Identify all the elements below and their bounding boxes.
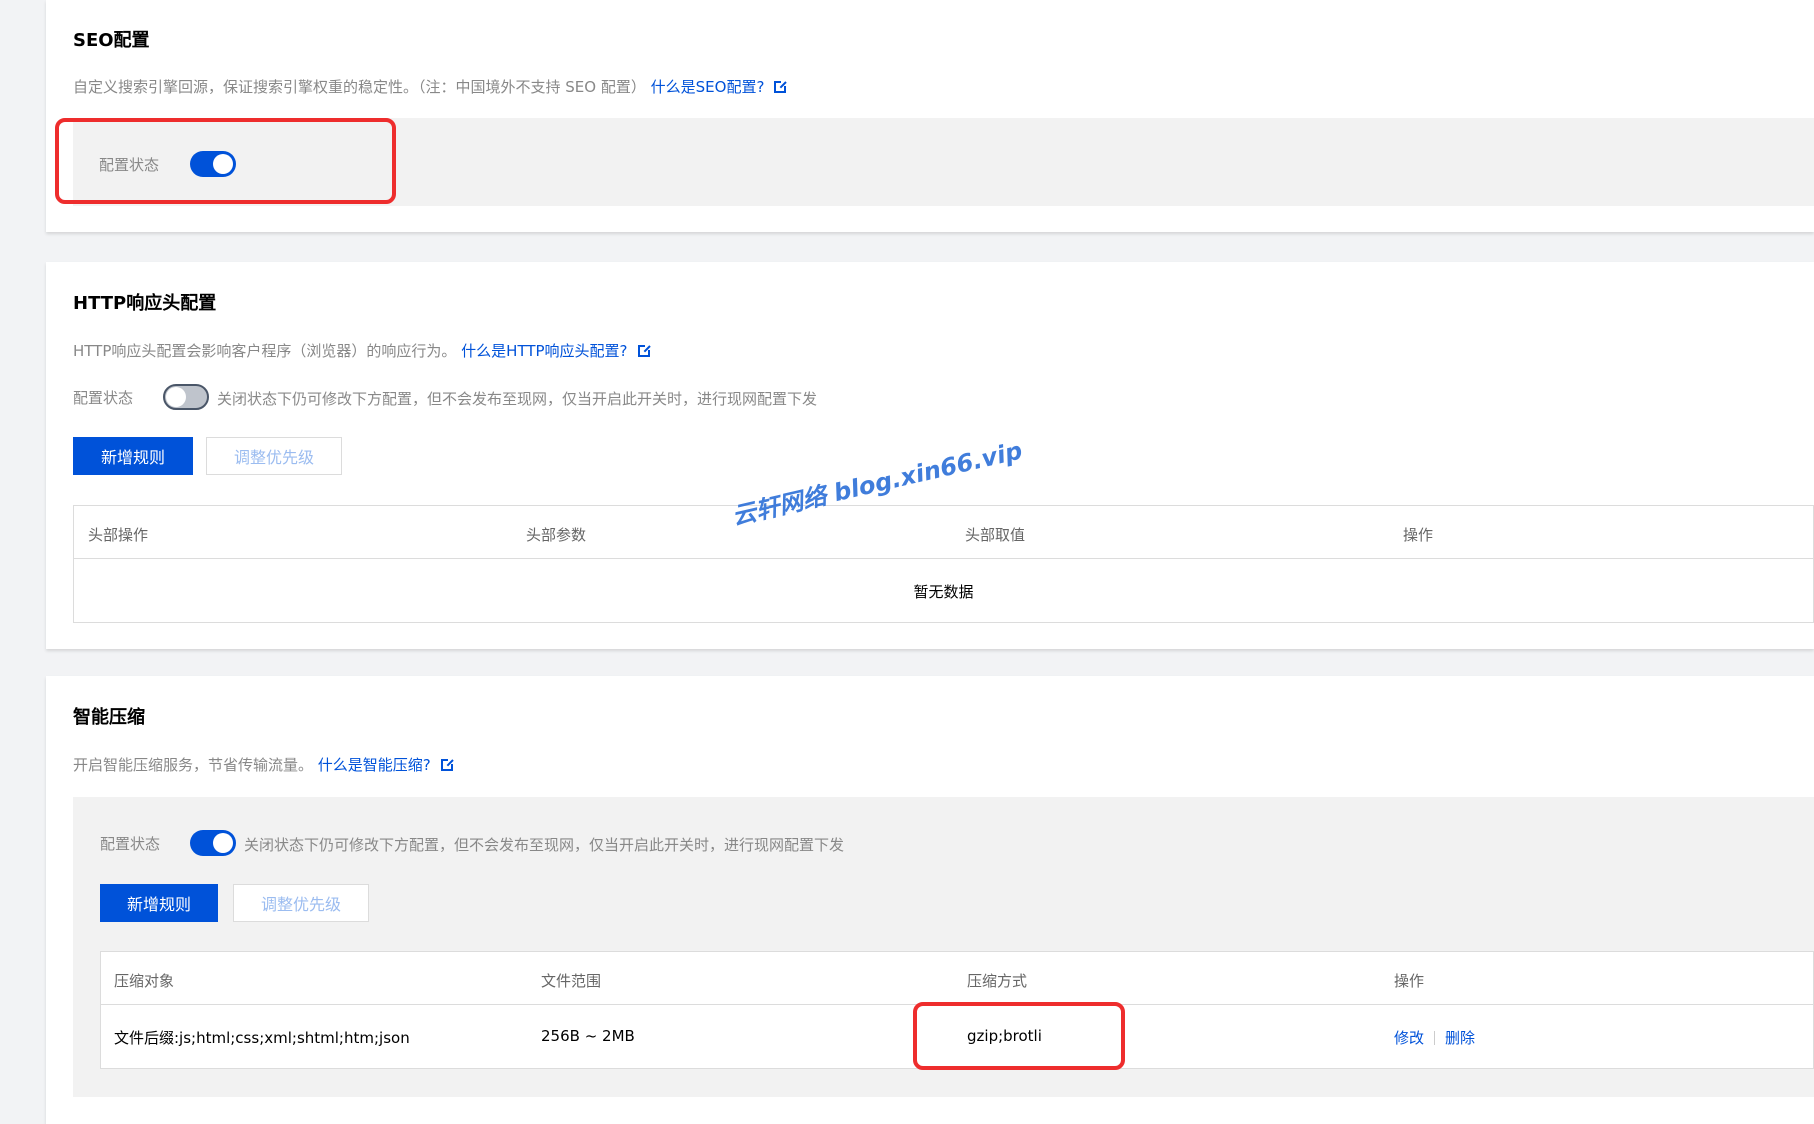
row-actions: 修改 删除 (1394, 1027, 1475, 1048)
action-divider (1434, 1031, 1436, 1045)
column-header: 操作 (1403, 526, 1434, 544)
external-link-icon[interactable] (440, 758, 454, 771)
column-header: 操作 (1394, 972, 1425, 990)
compression-desc-text: 开启智能压缩服务，节省传输流量。 (73, 756, 314, 774)
seo-status-label: 配置状态 (99, 156, 160, 174)
compression-help-link[interactable]: 什么是智能压缩? (318, 756, 431, 774)
compression-object-cell: 文件后缀:js;html;css;xml;shtml;htm;json (114, 1029, 410, 1047)
compression-status-label: 配置状态 (100, 835, 161, 853)
http-status-hint: 关闭状态下仍可修改下方配置，但不会发布至现网，仅当开启此开关时，进行现网配置下发 (217, 390, 818, 408)
seo-description: 自定义搜索引擎回源，保证搜索引擎权重的稳定性。（注：中国境外不支持 SEO 配置… (73, 76, 788, 97)
compression-adjust-priority-button[interactable]: 调整优先级 (233, 884, 369, 922)
compression-title: 智能压缩 (73, 707, 145, 728)
column-header: 压缩方式 (967, 972, 1028, 990)
table-header: 头部操作 头部参数 头部取值 操作 (74, 506, 1813, 559)
column-header: 头部取值 (965, 526, 1026, 544)
compression-method-cell: gzip;brotli (967, 1027, 1042, 1045)
seo-status-toggle[interactable] (190, 151, 236, 177)
http-help-link[interactable]: 什么是HTTP响应头配置? (461, 342, 627, 360)
toggle-knob (213, 154, 233, 174)
http-adjust-priority-button[interactable]: 调整优先级 (206, 437, 342, 475)
file-range-cell: 256B ~ 2MB (541, 1027, 635, 1045)
http-desc-text: HTTP响应头配置会影响客户程序（浏览器）的响应行为。 (73, 342, 457, 360)
column-header: 压缩对象 (114, 972, 175, 990)
column-header: 头部参数 (526, 526, 587, 544)
compression-description: 开启智能压缩服务，节省传输流量。 什么是智能压缩? (73, 754, 454, 775)
seo-help-link[interactable]: 什么是SEO配置? (651, 78, 765, 96)
column-header: 文件范围 (541, 972, 602, 990)
external-link-icon[interactable] (637, 344, 651, 357)
http-status-label: 配置状态 (73, 389, 134, 407)
http-title: HTTP响应头配置 (73, 293, 217, 314)
compression-config-panel: 配置状态 关闭状态下仍可修改下方配置，但不会发布至现网，仅当开启此开关时，进行现… (73, 797, 1814, 1097)
toggle-knob (166, 387, 186, 407)
smart-compression-card: 智能压缩 开启智能压缩服务，节省传输流量。 什么是智能压缩? 配置状态 关闭状态… (46, 676, 1814, 1124)
empty-state-text: 暂无数据 (913, 583, 974, 601)
seo-title: SEO配置 (73, 30, 150, 51)
compression-rules-table: 压缩对象 文件范围 压缩方式 操作 文件后缀:js;html;css;xml;s… (100, 951, 1814, 1069)
table-header: 压缩对象 文件范围 压缩方式 操作 (101, 952, 1813, 1005)
edit-link[interactable]: 修改 (1394, 1029, 1424, 1047)
http-status-toggle[interactable] (163, 384, 209, 410)
seo-status-panel: 配置状态 (73, 118, 1814, 206)
compression-status-toggle[interactable] (190, 830, 236, 856)
compression-add-rule-button[interactable]: 新增规则 (100, 884, 218, 922)
toggle-knob (213, 833, 233, 853)
http-description: HTTP响应头配置会影响客户程序（浏览器）的响应行为。 什么是HTTP响应头配置… (73, 340, 651, 361)
http-rules-table: 头部操作 头部参数 头部取值 操作 暂无数据 (73, 505, 1814, 623)
http-add-rule-button[interactable]: 新增规则 (73, 437, 193, 475)
seo-desc-text: 自定义搜索引擎回源，保证搜索引擎权重的稳定性。（注：中国境外不支持 SEO 配置… (73, 78, 646, 96)
seo-config-card: SEO配置 自定义搜索引擎回源，保证搜索引擎权重的稳定性。（注：中国境外不支持 … (46, 0, 1814, 232)
compression-status-hint: 关闭状态下仍可修改下方配置，但不会发布至现网，仅当开启此开关时，进行现网配置下发 (244, 836, 845, 854)
column-header: 头部操作 (88, 526, 149, 544)
external-link-icon[interactable] (774, 80, 788, 93)
delete-link[interactable]: 删除 (1445, 1029, 1475, 1047)
